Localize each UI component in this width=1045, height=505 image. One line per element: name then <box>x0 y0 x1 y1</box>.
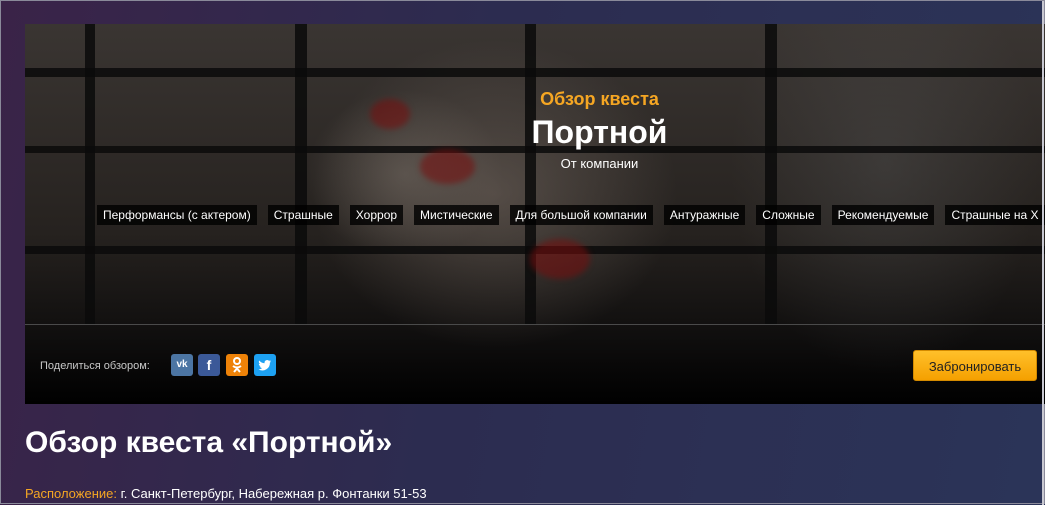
blood-stain <box>530 239 590 279</box>
tag-chip[interactable]: Перформансы (с актером) <box>97 205 257 225</box>
vk-icon: vk <box>176 359 188 370</box>
tag-list: Перформансы (с актером) Страшные Хоррор Мис… <box>97 205 1045 225</box>
facebook-icon: f <box>206 357 212 373</box>
facebook-share-button[interactable]: f <box>198 354 220 376</box>
location-line: Расположение: г. Санкт-Петербург, Набере… <box>25 486 427 501</box>
tag-chip[interactable]: Рекомендуемые <box>831 205 935 225</box>
twitter-share-button[interactable] <box>254 354 276 376</box>
odnoklassniki-icon <box>232 357 242 373</box>
share-label: Поделиться обзором: <box>40 360 150 372</box>
location-value: г. Санкт-Петербург, Набережная р. Фонтан… <box>116 486 427 501</box>
window-edge <box>1042 1 1044 505</box>
odnoklassniki-share-button[interactable] <box>226 354 248 376</box>
location-label: Расположение: <box>25 486 117 501</box>
tag-chip[interactable]: Сложные <box>756 205 821 225</box>
hero-divider <box>25 324 1045 325</box>
vk-share-button[interactable]: vk <box>171 354 193 376</box>
book-button[interactable]: Забронировать <box>913 350 1037 381</box>
tag-chip[interactable]: Страшные на Х <box>945 205 1045 225</box>
page-title: Обзор квеста «Портной» <box>25 426 393 459</box>
tag-chip[interactable]: Для большой компании <box>509 205 653 225</box>
tag-chip[interactable]: Страшные <box>267 205 339 225</box>
hero-banner: Обзор квеста Портной От компании Перформ… <box>25 24 1045 404</box>
company-label: От компании <box>560 156 639 171</box>
tag-chip[interactable]: Хоррор <box>349 205 404 225</box>
twitter-bird-icon <box>258 360 271 371</box>
cage-bar <box>25 68 1045 77</box>
tag-chip[interactable]: Мистические <box>414 205 499 225</box>
hero-subtitle: Обзор квеста <box>540 89 659 109</box>
tag-chip[interactable]: Антуражные <box>663 205 746 225</box>
hero-title: Портной <box>531 114 668 150</box>
